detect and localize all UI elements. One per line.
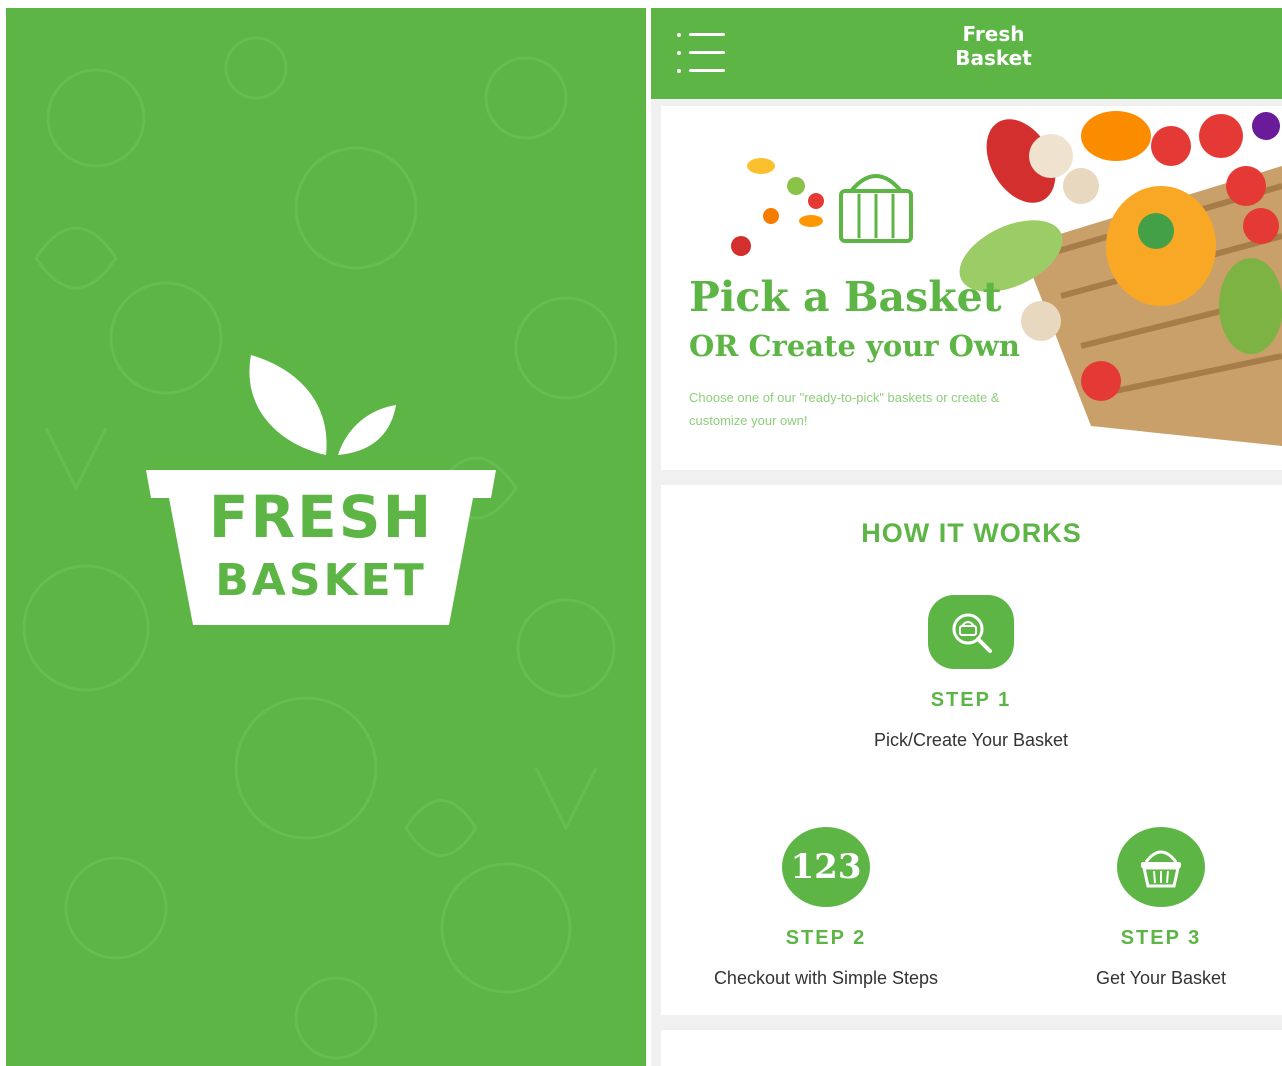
how-it-works-title: HOW IT WORKS: [861, 518, 1082, 548]
how-it-works-section: HOW IT WORKS STEP 1 Pick/Create Your Bas…: [661, 485, 1282, 1015]
logo-fresh-text: FRESH: [208, 483, 434, 551]
fresh-basket-logo: FRESH BASKET: [141, 350, 501, 635]
hero-banner[interactable]: Pick a Basket OR Create your Own Choose …: [661, 106, 1282, 470]
step-1-description: Pick/Create Your Basket: [873, 730, 1069, 750]
next-section-card: [661, 1030, 1282, 1066]
step-1-label: STEP 1: [930, 689, 1012, 711]
shopping-basket-icon: [839, 174, 913, 243]
step-3-description: Get Your Basket: [1095, 968, 1227, 988]
top-app-bar: Fresh Basket: [651, 8, 1282, 99]
logo-basket-text: BASKET: [215, 555, 427, 606]
step-2[interactable]: 123 STEP 2 Checkout with Simple Steps: [661, 827, 991, 989]
basket-icon: [1117, 827, 1205, 907]
step-1[interactable]: STEP 1 Pick/Create Your Basket: [821, 595, 1121, 751]
numbers-123-text: 123: [790, 847, 862, 887]
numbers-123-icon: 123: [782, 827, 870, 907]
splash-screen: FRESH BASKET: [6, 8, 646, 1066]
hamburger-menu-icon[interactable]: [675, 30, 731, 80]
hero-title: Pick a Basket: [689, 273, 1002, 321]
step-2-label: STEP 2: [785, 927, 867, 949]
hero-description: Choose one of our "ready-to-pick" basket…: [689, 390, 1000, 428]
basket-search-icon: [928, 595, 1014, 669]
step-3-label: STEP 3: [1120, 927, 1202, 949]
hero-subtitle: OR Create your Own: [689, 329, 1020, 363]
step-3[interactable]: STEP 3 Get Your Basket: [1021, 827, 1282, 989]
step-2-description: Checkout with Simple Steps: [713, 968, 939, 988]
app-home-screen: Fresh Basket Pick a Basket OR Create you…: [651, 8, 1282, 1066]
app-title: Fresh Basket: [955, 22, 1032, 70]
